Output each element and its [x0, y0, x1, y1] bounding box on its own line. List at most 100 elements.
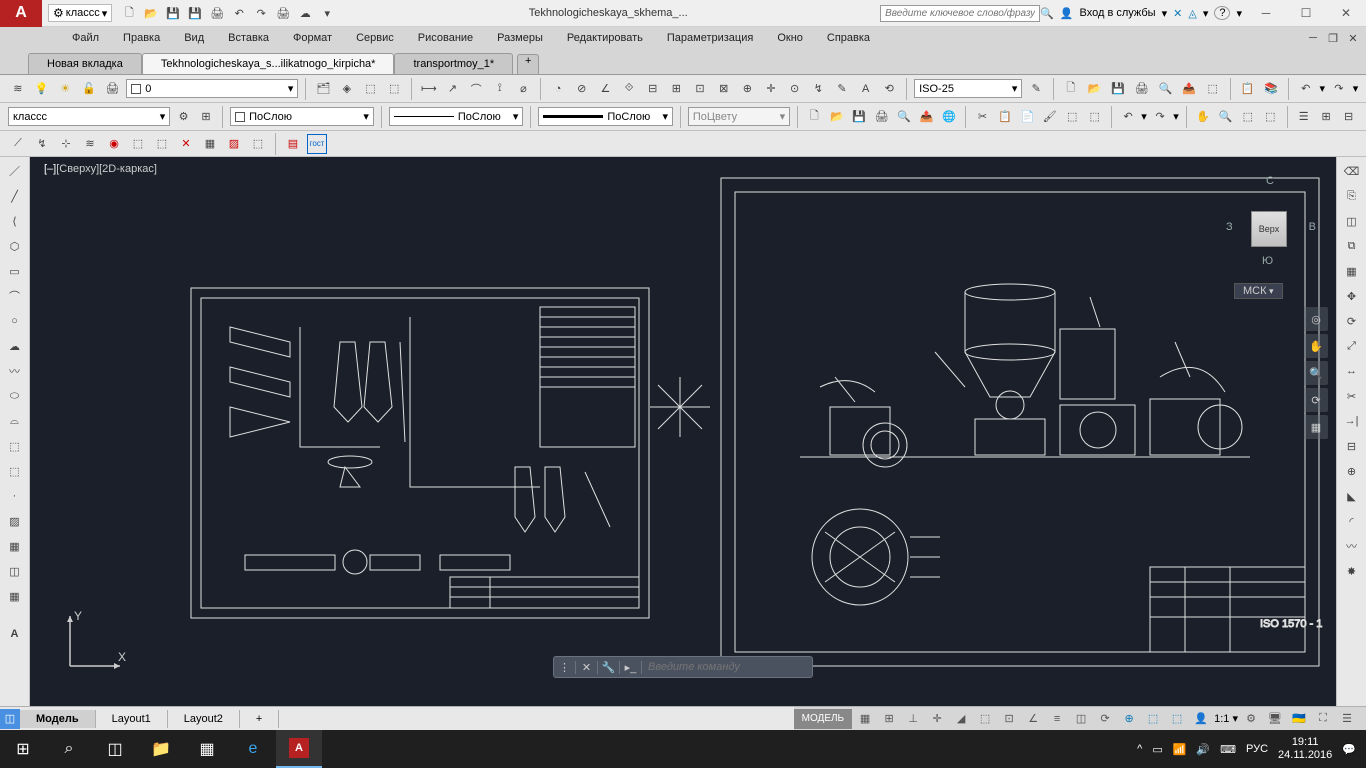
layer-combo[interactable]: 0 ▾: [126, 79, 298, 98]
doc-tab-new[interactable]: Новая вкладка: [28, 53, 142, 74]
status-customize-icon[interactable]: ☰: [1336, 709, 1358, 729]
fillet-icon[interactable]: ◜: [1342, 511, 1362, 531]
dim-continue-icon[interactable]: ⊞: [667, 79, 687, 99]
status-transparency-icon[interactable]: ◫: [1070, 709, 1092, 729]
point-tool-icon[interactable]: ·: [5, 486, 25, 506]
drawing-canvas[interactable]: [–][Сверху][2D-каркас]: [30, 157, 1336, 706]
zoom-icon[interactable]: 🔍: [1216, 107, 1234, 127]
inner-minimize-button[interactable]: ─: [1304, 29, 1322, 47]
zoomwindow-icon[interactable]: ⬚: [1239, 107, 1257, 127]
viewcube-top-face[interactable]: Верх: [1251, 211, 1287, 247]
menu-file[interactable]: Файл: [60, 29, 111, 47]
line-tool-icon[interactable]: ／: [5, 161, 25, 181]
color-combo[interactable]: ПоСлою ▾: [230, 107, 374, 126]
sheetset-icon[interactable]: 📚: [1261, 79, 1281, 99]
erase-icon[interactable]: ⌫: [1342, 161, 1362, 181]
dim-ordinate-icon[interactable]: ⟟: [490, 79, 510, 99]
tolerance-icon[interactable]: ⊕: [738, 79, 758, 99]
undo-icon[interactable]: ↶: [230, 4, 248, 22]
status-lwt-icon[interactable]: ≡: [1046, 709, 1068, 729]
3ddwf-icon[interactable]: ⬚: [1203, 79, 1223, 99]
std-new-icon[interactable]: 🗋: [805, 107, 823, 127]
textstyle-combo[interactable]: классс ▾: [8, 107, 170, 126]
menu-modify[interactable]: Редактировать: [555, 29, 655, 47]
tray-battery-icon[interactable]: ▭: [1152, 743, 1162, 756]
xline-tool-icon[interactable]: ╱: [5, 186, 25, 206]
join-icon[interactable]: ⊕: [1342, 461, 1362, 481]
publish-icon[interactable]: 📤: [1179, 79, 1199, 99]
status-polar-icon[interactable]: ✛: [926, 709, 948, 729]
menu-draw[interactable]: Рисование: [406, 29, 485, 47]
properties-icon[interactable]: ☰: [1294, 107, 1312, 127]
dim-radius-icon[interactable]: ⌀: [514, 79, 534, 99]
app-logo[interactable]: A: [0, 0, 42, 27]
trim-icon[interactable]: ✂: [1342, 386, 1362, 406]
std-preview-icon[interactable]: 🔍: [895, 107, 913, 127]
menu-tools[interactable]: Сервис: [344, 29, 406, 47]
tray-volume-icon[interactable]: 🔊: [1196, 743, 1210, 756]
bulb-icon[interactable]: 💡: [32, 79, 52, 99]
status-grid-icon[interactable]: ▦: [854, 709, 876, 729]
compass-w[interactable]: З: [1226, 221, 1233, 233]
stretch-icon[interactable]: ↔: [1342, 361, 1362, 381]
block-icon[interactable]: ⬚: [1063, 107, 1081, 127]
spds-weld-icon[interactable]: ✕: [176, 134, 196, 154]
dimjogline-icon[interactable]: ↯: [808, 79, 828, 99]
designcenter-icon[interactable]: ⊞: [1317, 107, 1335, 127]
status-max-icon[interactable]: ⛶: [1312, 709, 1334, 729]
navzoom-icon[interactable]: 🔍: [1304, 361, 1328, 385]
paste-icon[interactable]: 📄: [1018, 107, 1036, 127]
dim-aligned-icon[interactable]: ↗: [443, 79, 463, 99]
revcloud-tool-icon[interactable]: ☁: [5, 336, 25, 356]
redo2-icon[interactable]: ↷: [1329, 79, 1349, 99]
dimstyle-icon[interactable]: ✎: [1026, 79, 1046, 99]
layerprev-icon[interactable]: ◈: [337, 79, 357, 99]
status-snap-icon[interactable]: ⊞: [878, 709, 900, 729]
status-scale[interactable]: 1:1 ▾: [1214, 712, 1238, 725]
sheet-icon[interactable]: 📋: [1238, 79, 1258, 99]
explorer-icon[interactable]: 📁: [138, 730, 184, 768]
layeriso-icon[interactable]: ⬚: [384, 79, 404, 99]
status-3dosnap-icon[interactable]: ⊡: [998, 709, 1020, 729]
blockedit-icon[interactable]: ⬚: [1085, 107, 1103, 127]
new-icon[interactable]: 🗋: [120, 4, 138, 22]
undo2-icon[interactable]: ↶: [1296, 79, 1316, 99]
status-cycling-icon[interactable]: ⟳: [1094, 709, 1116, 729]
layout-tab-add[interactable]: +: [240, 710, 279, 728]
navorbit-icon[interactable]: ⟳: [1304, 388, 1328, 412]
menu-view[interactable]: Вид: [172, 29, 216, 47]
dimedit-icon[interactable]: ✎: [832, 79, 852, 99]
navpan-icon[interactable]: ✋: [1304, 334, 1328, 358]
chamfer-icon[interactable]: ◣: [1342, 486, 1362, 506]
exchange-icon[interactable]: ✕: [1173, 7, 1182, 20]
pan-icon[interactable]: ✋: [1194, 107, 1212, 127]
start-button[interactable]: ⊞: [0, 730, 46, 768]
spds-line-icon[interactable]: ⟋: [8, 134, 28, 154]
status-model-button[interactable]: МОДЕЛЬ: [794, 709, 852, 729]
gradient-tool-icon[interactable]: ▦: [5, 536, 25, 556]
mtext-tool-icon[interactable]: A: [5, 624, 25, 644]
copy-modify-icon[interactable]: ⎘: [1342, 186, 1362, 206]
extend-icon[interactable]: →|: [1342, 411, 1362, 431]
doc-tab-tekhnolog[interactable]: Tekhnologicheskaya_s...ilikatnogo_kirpic…: [142, 53, 395, 74]
viewcube[interactable]: С Ю В З Верх МСК ▾: [1226, 171, 1316, 281]
spds-gost-icon[interactable]: гост: [307, 134, 327, 154]
spds-form-icon[interactable]: ▤: [283, 134, 303, 154]
taskview-icon[interactable]: ◫: [92, 730, 138, 768]
doc-tab-transport[interactable]: transportmoy_1*: [394, 53, 513, 74]
layout-tab-2[interactable]: Layout2: [168, 710, 240, 728]
zoomprev-icon[interactable]: ⬚: [1261, 107, 1279, 127]
cloud-icon[interactable]: ☁: [296, 4, 314, 22]
menu-window[interactable]: Окно: [765, 29, 815, 47]
offset-icon[interactable]: ⧉: [1342, 236, 1362, 256]
linetype-combo[interactable]: ПоСлою ▾: [389, 107, 524, 126]
spds-elev-icon[interactable]: ◉: [104, 134, 124, 154]
saveas-icon[interactable]: 💾: [186, 4, 204, 22]
spds-note-icon[interactable]: ⬚: [128, 134, 148, 154]
print2-icon[interactable]: 🖨: [1132, 79, 1152, 99]
centermark-icon[interactable]: ✛: [761, 79, 781, 99]
lock-icon[interactable]: 🔓: [79, 79, 99, 99]
menu-edit[interactable]: Правка: [111, 29, 172, 47]
help-icon[interactable]: ?: [1214, 6, 1230, 20]
tray-clock[interactable]: 19:11 24.11.2016: [1278, 736, 1332, 762]
